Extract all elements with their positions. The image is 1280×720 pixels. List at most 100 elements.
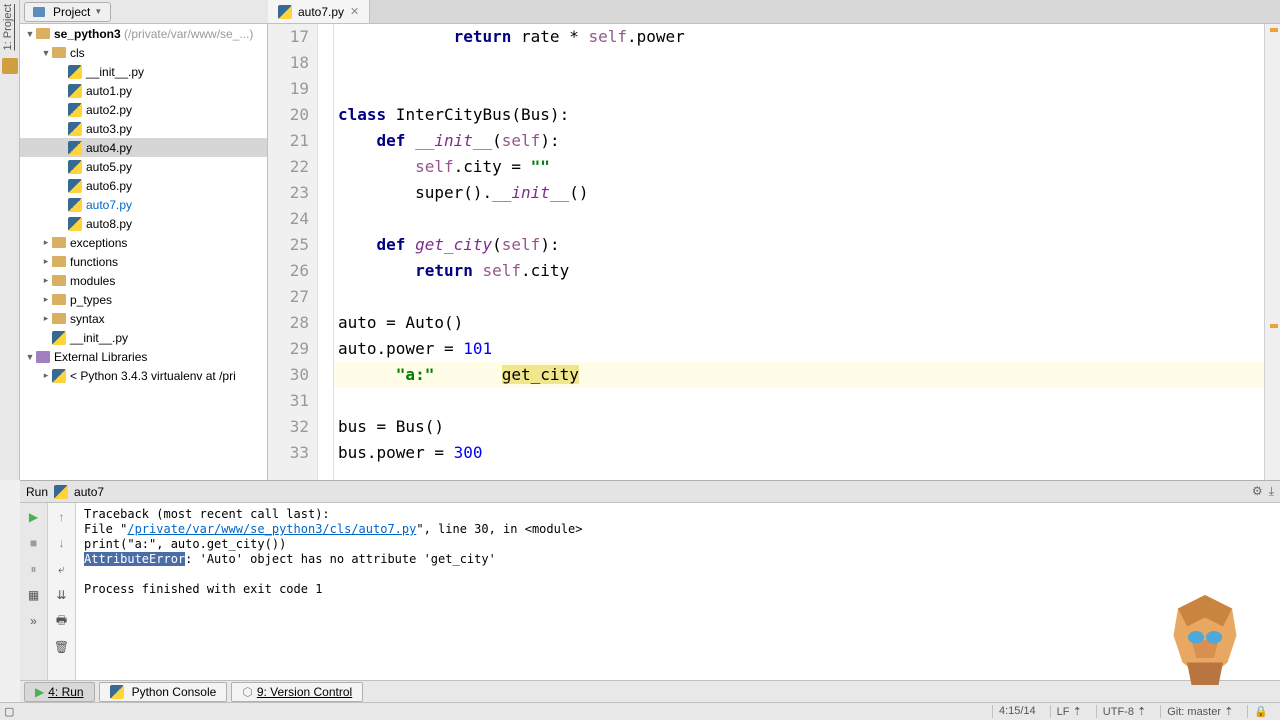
tab-auto7[interactable]: auto7.py ✕ xyxy=(268,0,370,23)
tree-item[interactable]: ▼External Libraries xyxy=(20,347,267,366)
structure-icon[interactable] xyxy=(2,58,18,74)
scroll-button[interactable]: ⇊ xyxy=(52,585,72,605)
warning-marker[interactable] xyxy=(1270,324,1278,328)
clear-button[interactable]: 🗑 xyxy=(52,637,72,657)
tab-version-control[interactable]: ⬡9: Version Control xyxy=(231,682,363,702)
tree-item[interactable]: ▸ modules xyxy=(20,271,267,290)
tree-item[interactable]: ▸functions xyxy=(20,252,267,271)
tree-item[interactable]: auto4.py xyxy=(20,138,267,157)
tree-item[interactable]: ▸< Python 3.4.3 virtualenv at /pri xyxy=(20,366,267,385)
tree-item[interactable]: auto7.py xyxy=(20,195,267,214)
line-gutter: 1718192021222324252627282930313233 xyxy=(268,24,318,480)
expand-icon[interactable]: ▼ xyxy=(24,29,36,39)
python-file-icon xyxy=(68,198,82,212)
tree-item[interactable]: auto2.py xyxy=(20,100,267,119)
library-icon xyxy=(36,351,50,363)
chevron-down-icon: ▼ xyxy=(94,7,102,16)
tab-run[interactable]: ▶4: Run xyxy=(24,682,95,702)
expand-icon[interactable]: ▸ xyxy=(40,256,52,267)
folder-icon xyxy=(52,237,66,248)
editor-tab-bar: auto7.py ✕ xyxy=(268,0,1280,24)
python-file-icon xyxy=(54,485,68,499)
project-tool-label[interactable]: 1: Project xyxy=(0,0,16,54)
down-stack-button[interactable]: ↓ xyxy=(52,533,72,553)
layout-button[interactable]: ▦ xyxy=(24,585,44,605)
wrap-button[interactable]: ⤶ xyxy=(52,559,72,579)
run-tool-window: Run auto7 ⚙ ⤓ ▶ ■ ⏸ ▦ » ↑ ↓ ⤶ ⇊ 🖶 🗑 Trac… xyxy=(20,480,1280,684)
tree-label: auto6.py xyxy=(86,179,132,193)
tab-python-console[interactable]: Python Console xyxy=(99,682,228,702)
code-area[interactable]: return rate * self.power class InterCityB… xyxy=(334,24,1264,480)
code-line[interactable]: bus.power = 300 xyxy=(338,440,1264,466)
tree-item[interactable]: __init__.py xyxy=(20,328,267,347)
tree-label: syntax xyxy=(70,312,105,326)
tree-item[interactable]: auto5.py xyxy=(20,157,267,176)
code-line[interactable]: bus = Bus() xyxy=(338,414,1264,440)
project-view-dropdown[interactable]: Project ▼ xyxy=(24,2,111,22)
code-line[interactable]: def __init__(self): xyxy=(338,128,1264,154)
cursor-position[interactable]: 4:15/14 xyxy=(992,705,1042,718)
line-separator[interactable]: LF ⇡ xyxy=(1050,705,1088,718)
project-tree[interactable]: ▼se_python3 (/private/var/www/se_...)▼cl… xyxy=(20,24,268,480)
code-line[interactable]: class InterCityBus(Bus): xyxy=(338,102,1264,128)
fold-gutter[interactable] xyxy=(318,24,334,480)
console-output[interactable]: Traceback (most recent call last): File … xyxy=(76,503,1280,685)
rerun-button[interactable]: ▶ xyxy=(24,507,44,527)
print-button[interactable]: 🖶 xyxy=(52,611,72,631)
tree-item[interactable]: ▸p_types xyxy=(20,290,267,309)
file-encoding[interactable]: UTF-8 ⇡ xyxy=(1096,705,1152,718)
code-line[interactable]: return self.city xyxy=(338,258,1264,284)
traceback-file-line: File "/private/var/www/se_python3/cls/au… xyxy=(84,522,1272,537)
tree-item[interactable]: auto3.py xyxy=(20,119,267,138)
code-line[interactable] xyxy=(338,206,1264,232)
warning-marker[interactable] xyxy=(1270,28,1278,32)
code-line[interactable]: auto = Auto() xyxy=(338,310,1264,336)
code-line[interactable]: auto.power = 101 xyxy=(338,336,1264,362)
tree-item[interactable]: auto6.py xyxy=(20,176,267,195)
expand-icon[interactable]: ▸ xyxy=(40,275,52,286)
code-line[interactable] xyxy=(338,76,1264,102)
python-file-icon xyxy=(68,141,82,155)
tree-item[interactable]: ▼cls xyxy=(20,43,267,62)
code-line[interactable]: def get_city(self): xyxy=(338,232,1264,258)
tree-label: auto1.py xyxy=(86,84,132,98)
traceback-code: print("a:", auto.get_city()) xyxy=(84,537,1272,552)
file-link[interactable]: /private/var/www/se_python3/cls/auto7.py xyxy=(127,522,416,536)
tree-item[interactable]: auto1.py xyxy=(20,81,267,100)
up-stack-button[interactable]: ↑ xyxy=(52,507,72,527)
code-line[interactable]: self.city = "" xyxy=(338,154,1264,180)
status-bar: ▢ 4:15/14 LF ⇡ UTF-8 ⇡ Git: master ⇡ 🔒 xyxy=(0,702,1280,720)
hide-icon[interactable]: ⤓ xyxy=(1269,484,1274,499)
tree-item[interactable]: ▸exceptions xyxy=(20,233,267,252)
lock-icon[interactable]: 🔒 xyxy=(1247,705,1274,718)
python-file-icon xyxy=(68,179,82,193)
code-line[interactable]: return rate * self.power xyxy=(338,24,1264,50)
status-icon[interactable]: ▢ xyxy=(0,705,14,718)
expand-icon[interactable]: ▸ xyxy=(40,313,52,324)
folder-icon xyxy=(52,294,66,305)
code-line[interactable]: super().__init__() xyxy=(338,180,1264,206)
tree-item[interactable]: ▼se_python3 (/private/var/www/se_...) xyxy=(20,24,267,43)
expand-icon[interactable]: ▸ xyxy=(40,237,52,248)
expand-icon[interactable]: ▼ xyxy=(40,48,52,58)
pin-button[interactable]: » xyxy=(24,611,44,631)
expand-icon[interactable]: ▸ xyxy=(40,294,52,305)
tree-item[interactable]: __init__.py xyxy=(20,62,267,81)
run-header: Run auto7 ⚙ ⤓ xyxy=(20,481,1280,503)
code-line[interactable] xyxy=(338,50,1264,76)
git-branch[interactable]: Git: master ⇡ xyxy=(1160,705,1239,718)
expand-icon[interactable]: ▼ xyxy=(24,352,36,362)
stop-button[interactable]: ■ xyxy=(24,533,44,553)
code-editor[interactable]: 1718192021222324252627282930313233 retur… xyxy=(268,24,1264,480)
code-line[interactable] xyxy=(338,388,1264,414)
tree-label: modules xyxy=(70,274,115,288)
expand-icon[interactable]: ▸ xyxy=(40,370,52,381)
tree-item[interactable]: auto8.py xyxy=(20,214,267,233)
python-file-icon xyxy=(68,84,82,98)
error-stripe[interactable] xyxy=(1264,24,1280,480)
gear-icon[interactable]: ⚙ xyxy=(1252,484,1263,499)
code-line[interactable] xyxy=(338,284,1264,310)
pause-button[interactable]: ⏸ xyxy=(24,559,44,579)
close-icon[interactable]: ✕ xyxy=(350,5,359,18)
tree-item[interactable]: ▸ syntax xyxy=(20,309,267,328)
